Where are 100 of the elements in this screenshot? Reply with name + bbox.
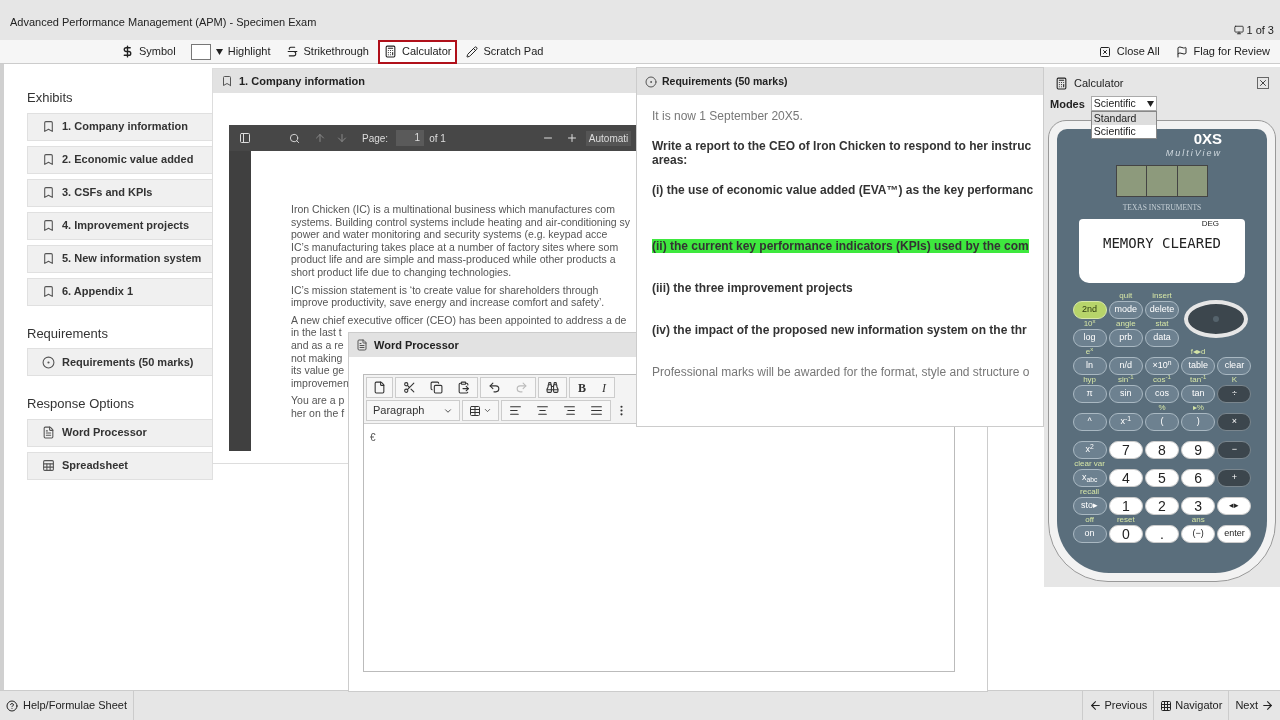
window-title: Advanced Performance Management (APM) - Specimen Exam <box>10 15 317 30</box>
toolbar-button[interactable]: Flag for Review <box>1171 43 1274 60</box>
mode-select[interactable]: Scientific <box>1090 96 1157 112</box>
align-center-icon <box>536 404 549 417</box>
document-text-line: power and water monitoring and security systems (e.g. keypad acce <box>291 228 608 241</box>
calculator-key[interactable]: enter <box>1217 524 1252 543</box>
sidebar-item[interactable]: 3. CSFs and KPIs <box>27 178 213 207</box>
calculator-key[interactable]: on <box>1072 524 1107 543</box>
window-title: 1. Company information <box>239 73 365 89</box>
calculator-key[interactable]: 0 <box>1108 524 1143 543</box>
calculator-key[interactable]: ln <box>1072 356 1107 375</box>
toolbar-button[interactable]: Symbol <box>115 39 182 64</box>
calculator-key[interactable]: sto▸ <box>1072 496 1107 515</box>
page-indicator: 1 of 3 <box>1246 22 1274 38</box>
calculator-key[interactable]: + <box>1217 468 1252 487</box>
sidebar-item[interactable]: 4. Improvement projects <box>27 211 213 240</box>
help-button[interactable]: Help/Formulae Sheet <box>0 691 134 720</box>
toolbar-button[interactable]: Close All <box>1094 43 1164 60</box>
calculator-key[interactable]: data <box>1145 328 1179 347</box>
block-format-select[interactable]: Paragraph <box>366 400 460 421</box>
sidebar-item[interactable]: 2. Economic value added <box>27 145 213 174</box>
mode-option[interactable]: Standard <box>1091 112 1156 126</box>
editor-area[interactable]: € <box>364 424 954 671</box>
calculator-key[interactable]: 4 <box>1108 468 1143 487</box>
strikethrough-icon <box>285 45 299 58</box>
calculator-key[interactable]: ◂▸ <box>1217 496 1252 515</box>
calculator-key[interactable]: ) <box>1181 412 1216 431</box>
calculator-key[interactable]: 6 <box>1181 468 1216 487</box>
calculator-key[interactable]: x$_{abc}$ <box>1072 468 1107 487</box>
next-button[interactable]: Next <box>1228 691 1280 720</box>
calculator-key[interactable]: π <box>1072 384 1107 403</box>
format-button[interactable]: I <box>594 378 614 397</box>
requirement-text: Professional marks will be awarded for the format, style and structure o <box>652 365 1030 379</box>
mode-option[interactable]: Scientific <box>1091 125 1156 139</box>
calculator-key[interactable]: 2nd <box>1072 300 1107 319</box>
toolbar-button[interactable]: Strikethrough <box>279 39 375 64</box>
calculator-key[interactable]: 8 <box>1145 440 1179 459</box>
sidebar-item[interactable]: Requirements (50 marks) <box>27 348 213 376</box>
calculator-key[interactable]: ×10$^{n}$ <box>1145 356 1179 375</box>
calculator-key[interactable]: − <box>1217 440 1252 459</box>
calculator-key[interactable]: x$^{2}$ <box>1072 440 1107 459</box>
toolbar-button[interactable]: Highlight <box>184 39 277 64</box>
calculator-key[interactable]: clear <box>1217 356 1252 375</box>
calculator-key[interactable]: 9 <box>1181 440 1216 459</box>
zoom-in-icon[interactable] <box>565 132 578 144</box>
document-text-line: systems. Building control systems include heating and air-conditioning sy <box>291 215 631 229</box>
calculator-key[interactable]: tan <box>1181 384 1216 403</box>
key-secondary-label: angle <box>1116 318 1136 329</box>
calculator-key[interactable]: mode <box>1108 300 1143 319</box>
zoom-select[interactable]: Automati <box>585 130 632 146</box>
series-name: MultiView <box>1165 147 1222 160</box>
calculator-key[interactable]: log <box>1072 328 1107 347</box>
sidebar-item[interactable]: Word Processor <box>27 418 213 447</box>
table-button[interactable] <box>462 400 499 421</box>
calculator-key[interactable]: . <box>1145 524 1179 543</box>
calculator-key[interactable]: 1 <box>1108 496 1143 515</box>
navigator-button[interactable]: Navigator <box>1153 691 1229 720</box>
key-secondary-label: reset <box>1116 514 1135 525</box>
requirement-text: (iv) the impact of the proposed new information system on the thr <box>652 323 1027 337</box>
format-button[interactable]: B <box>570 378 594 397</box>
calculator-key[interactable]: × <box>1217 412 1252 431</box>
page-input[interactable]: 1 <box>396 130 425 146</box>
calculator-key[interactable]: 2 <box>1145 496 1179 515</box>
calculator-key[interactable]: x$^{-1}$ <box>1108 412 1143 431</box>
sidebar-item[interactable]: 5. New information system <box>27 244 213 273</box>
sidebar-item[interactable]: 6. Appendix 1 <box>27 277 213 306</box>
calculator-key[interactable]: sin <box>1108 384 1143 403</box>
calculator-key[interactable]: ^ <box>1072 412 1107 431</box>
document-text-line: and as a re <box>291 338 344 352</box>
sidebar-toggle-icon[interactable] <box>239 132 251 144</box>
calculator-key[interactable]: n/d <box>1108 356 1143 375</box>
model-name: 0XS <box>1193 131 1222 147</box>
key-secondary-label: sin$^{-1}$ <box>1118 374 1134 385</box>
toolbar-button[interactable]: Scratch Pad <box>460 39 550 64</box>
calculator-key[interactable]: 3 <box>1181 496 1216 515</box>
paste-icon <box>457 381 470 394</box>
calculator-key[interactable]: prb <box>1108 328 1143 347</box>
previous-button[interactable]: Previous <box>1081 691 1154 720</box>
flag-icon <box>1175 45 1188 58</box>
sidebar-item[interactable]: Spreadsheet <box>27 451 213 480</box>
calculator-key[interactable]: table <box>1181 356 1216 375</box>
sidebar-item[interactable]: 1. Company information <box>27 112 213 141</box>
calculator-key[interactable]: 7 <box>1108 440 1143 459</box>
calculator-key[interactable]: ( <box>1145 412 1179 431</box>
calculator-key[interactable]: cos <box>1145 384 1179 403</box>
toolbar-button[interactable]: Calculator <box>377 39 458 64</box>
color-swatch[interactable] <box>190 43 211 60</box>
window-title: Requirements (50 marks) <box>662 73 788 89</box>
key-secondary-label: stat <box>1155 318 1169 329</box>
close-button[interactable] <box>1257 77 1269 90</box>
modes-label: Modes <box>1050 96 1085 112</box>
calculator-key[interactable]: ÷ <box>1217 384 1252 403</box>
dollar-icon <box>121 45 134 58</box>
calculator-key[interactable]: delete <box>1145 300 1179 319</box>
search-icon[interactable] <box>289 132 300 144</box>
calculator-key[interactable]: (−) <box>1181 524 1216 543</box>
calculator-key[interactable]: 5 <box>1145 468 1179 487</box>
find-button[interactable] <box>538 377 567 398</box>
close-icon <box>1098 45 1111 58</box>
new-document-button[interactable] <box>366 377 393 398</box>
